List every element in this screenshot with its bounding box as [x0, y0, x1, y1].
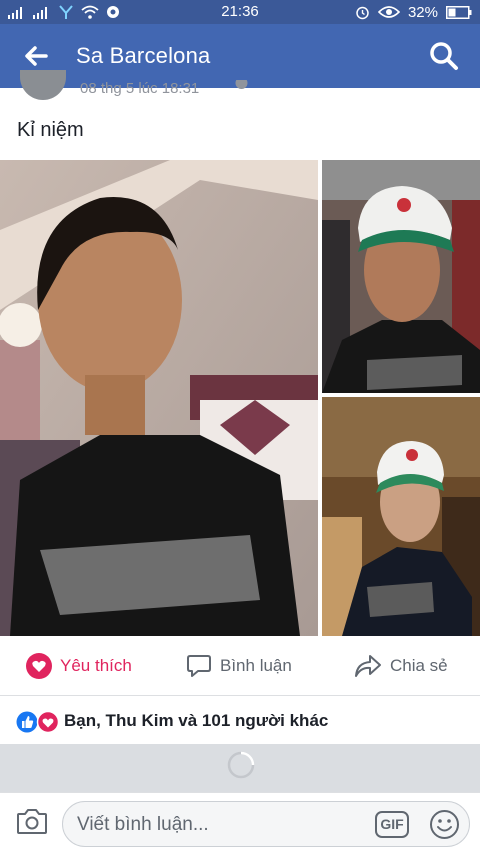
- photo-selfie-wood-carving[interactable]: [322, 397, 480, 636]
- love-reaction-icon: [36, 711, 60, 733]
- like-label: Yêu thích: [60, 656, 132, 675]
- photo-selfie-bus[interactable]: [322, 160, 480, 393]
- reaction-icons: [16, 711, 60, 733]
- search-icon[interactable]: [428, 40, 460, 72]
- photo-selfie-room[interactable]: [0, 160, 318, 636]
- comments-loading-area: [0, 744, 480, 792]
- post-timestamp[interactable]: 08 thg 5 lúc 18:31: [80, 80, 199, 97]
- globe-icon: [235, 80, 248, 89]
- share-button[interactable]: Chia sẻ: [354, 640, 448, 692]
- comment-input[interactable]: Viết bình luận... GIF: [62, 801, 470, 847]
- arrow-left-icon[interactable]: [20, 40, 52, 72]
- alarm-icon: [356, 6, 369, 19]
- status-bar: 21:36 32%: [0, 0, 480, 24]
- battery-icon: [446, 5, 472, 19]
- eye-icon: [377, 6, 400, 18]
- comment-label: Bình luận: [220, 656, 292, 675]
- gif-button[interactable]: GIF: [375, 811, 409, 838]
- love-reaction-icon: [26, 653, 52, 679]
- share-label: Chia sẻ: [390, 656, 448, 675]
- reactions-summary-text: Bạn, Thu Kim và 101 người khác: [64, 711, 329, 730]
- author-avatar[interactable]: [20, 70, 66, 100]
- like-button[interactable]: Yêu thích: [26, 640, 132, 692]
- comment-icon: [187, 655, 211, 677]
- share-icon: [355, 655, 381, 677]
- battery-percent: 32%: [407, 3, 438, 21]
- camera-icon[interactable]: [16, 807, 48, 835]
- status-bar-right-icons: 32%: [355, 3, 472, 21]
- top-navigation-bar: Sa Barcelona: [0, 24, 480, 88]
- post-action-bar: Yêu thích Bình luận Chia sẻ: [0, 640, 480, 696]
- page-title: Sa Barcelona: [76, 43, 211, 68]
- comment-composer: Viết bình luận... GIF: [0, 792, 480, 853]
- post-text: Kỉ niệm: [17, 119, 84, 141]
- comment-placeholder: Viết bình luận...: [77, 814, 209, 835]
- comment-button[interactable]: Bình luận: [186, 640, 292, 692]
- emoji-icon[interactable]: [429, 809, 460, 840]
- like-reaction-icon: [16, 711, 38, 733]
- loading-spinner-icon: [227, 751, 255, 779]
- reactions-summary[interactable]: Bạn, Thu Kim và 101 người khác: [0, 697, 480, 744]
